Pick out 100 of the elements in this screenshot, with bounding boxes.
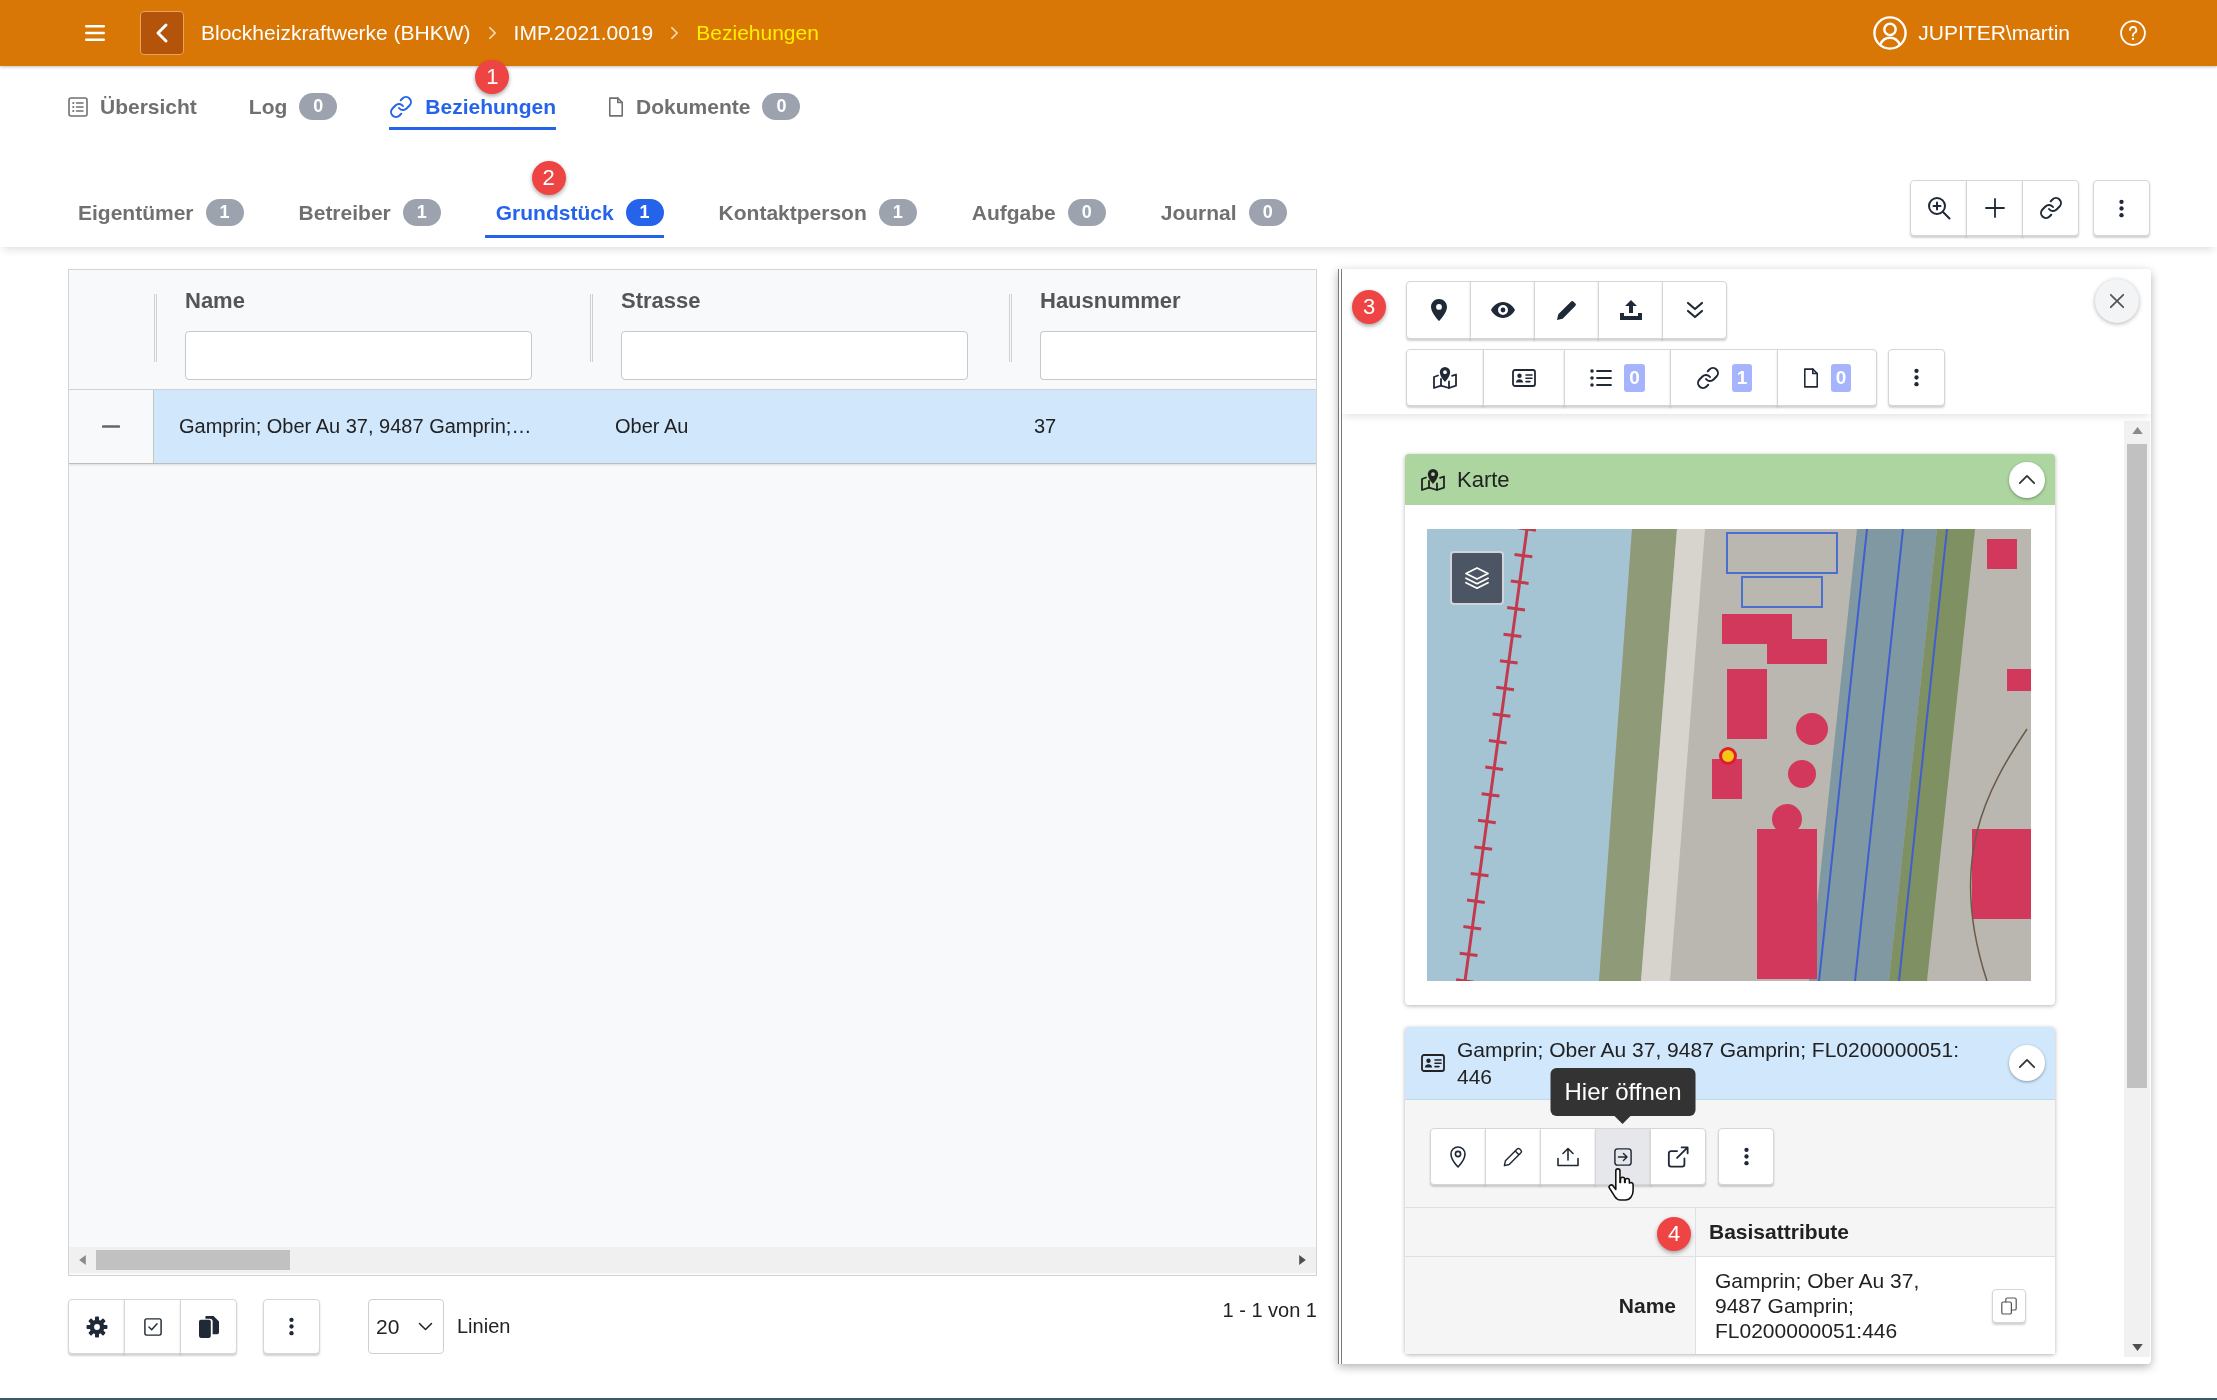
scrollbar-thumb[interactable] [2127,444,2147,1088]
breadcrumb-item[interactable]: Blockheizkraftwerke (BHKW) [201,21,471,45]
more-icon [1743,1147,1749,1166]
tab[interactable]: Kontaktperson 1 [707,190,917,238]
open-new-button[interactable] [1650,1128,1706,1185]
chevron-up-icon [2018,474,2036,485]
column-header[interactable]: Strasse [621,288,701,314]
locate-button[interactable] [1406,281,1471,339]
count-badge: 0 [299,93,338,120]
settings-button[interactable] [68,1299,125,1354]
step-marker: 4 [1657,1217,1691,1251]
filter-field[interactable] [621,331,968,380]
link-button[interactable] [2022,180,2079,236]
details-button[interactable] [1483,349,1565,406]
collapse-button[interactable] [2009,1045,2045,1081]
upload-button[interactable] [1540,1128,1596,1185]
list-icon [68,96,88,117]
tab[interactable]: Log 0 [248,86,338,130]
chevron-left-icon [156,23,168,43]
tab[interactable]: Übersicht [68,86,197,130]
count-badge: 1 [402,199,441,226]
view-button[interactable] [1470,281,1535,339]
layers-icon [1465,567,1489,589]
layers-button[interactable] [1450,551,1504,605]
checkbox-icon [143,1317,162,1336]
link-icon [389,94,414,119]
map-icon [1433,366,1457,389]
scroll-left-icon [79,1255,86,1265]
zoom-in-button[interactable] [1910,180,1967,236]
tab[interactable]: Journal 0 [1149,190,1287,238]
card-title: Karte [1457,466,1510,493]
upload-icon [1557,1146,1579,1167]
table-cell: 37 [1009,390,1316,463]
arrow-into-box-icon [1614,1147,1632,1166]
copy-icon [198,1315,219,1338]
map-icon [1421,468,1445,491]
pagination-range: 1 - 1 von 1 [1222,1299,1317,1322]
tab[interactable]: Dokumente 0 [608,86,801,130]
pin-icon [1450,1145,1466,1168]
attribute-value: Gamprin; Ober Au 37, 9487 Gamprin; FL0200000051:446 [1715,1268,1921,1343]
close-icon [2109,293,2125,309]
filter-field[interactable] [185,331,532,380]
tab[interactable]: Grundstück 1 [484,190,664,238]
step-marker: 1 [475,60,510,94]
user-menu[interactable]: JUPITER\martin [1873,16,2070,50]
scroll-down-icon [2131,1344,2143,1351]
more-icon [289,1317,294,1336]
filter-field[interactable] [1040,331,1316,380]
collapse-button[interactable] [2009,461,2045,498]
more-icon [1914,368,1919,387]
pencil-icon [1556,300,1577,320]
table-cell: Gamprin; Ober Au 37, 9487 Gamprin;… [154,390,590,463]
tab[interactable]: Aufgabe 0 [960,190,1106,238]
plus-icon [1984,198,2005,218]
chevron-up-icon [2018,1057,2036,1069]
tab[interactable]: Betreiber 1 [287,190,441,238]
column-header[interactable]: Hausnummer [1040,288,1181,314]
edit-button[interactable] [1534,281,1599,339]
upload-icon [1619,300,1642,320]
link-icon [2038,196,2063,220]
count-badge: 0 [1067,199,1106,226]
horizontal-scrollbar[interactable] [69,1247,1316,1273]
map-button[interactable] [1406,349,1484,406]
location-marker-icon [1718,746,1738,766]
eye-icon [1490,302,1515,318]
count-badge: 1 [1731,363,1753,392]
document-icon [1802,367,1819,388]
copy-button[interactable] [180,1299,237,1354]
add-button[interactable] [1966,180,2023,236]
section-title: Basisattribute [1709,1220,1850,1244]
locate-button[interactable] [1430,1128,1486,1185]
user-icon [1873,16,1908,50]
count-badge: 1 [625,199,664,226]
count-badge: 0 [762,93,801,120]
menu-button[interactable] [85,25,105,41]
upload-button[interactable] [1598,281,1663,339]
scroll-right-icon [1299,1255,1306,1265]
back-button[interactable] [140,11,184,55]
expand-all-button[interactable] [1662,281,1727,339]
breadcrumb-item: Beziehungen [696,21,819,45]
column-header[interactable]: Name [185,288,245,314]
more-icon [2119,198,2124,218]
settings-icon [85,1315,108,1338]
vertical-scrollbar[interactable] [2124,421,2150,1357]
document-icon [608,96,625,117]
id-card-icon [1512,368,1536,387]
select-button[interactable] [124,1299,181,1354]
help-icon [2120,20,2146,46]
copy-icon [2001,1296,2017,1315]
chevron-right-icon [487,26,497,40]
attribute-label: Name [1618,1293,1676,1318]
hand-cursor-icon [1608,1168,1634,1202]
close-button[interactable] [2095,279,2139,323]
menu-icon [85,25,105,41]
help-button[interactable] [2120,20,2146,46]
scrollbar-thumb[interactable] [96,1250,290,1270]
breadcrumb-item[interactable]: IMP.2021.0019 [513,21,654,45]
page-size-select[interactable]: 20 [368,1299,444,1354]
tab[interactable]: Eigentümer 1 [67,190,244,238]
table-row[interactable]: Gamprin; Ober Au 37, 9487 Gamprin;… Ober Au 37 [69,390,1316,464]
